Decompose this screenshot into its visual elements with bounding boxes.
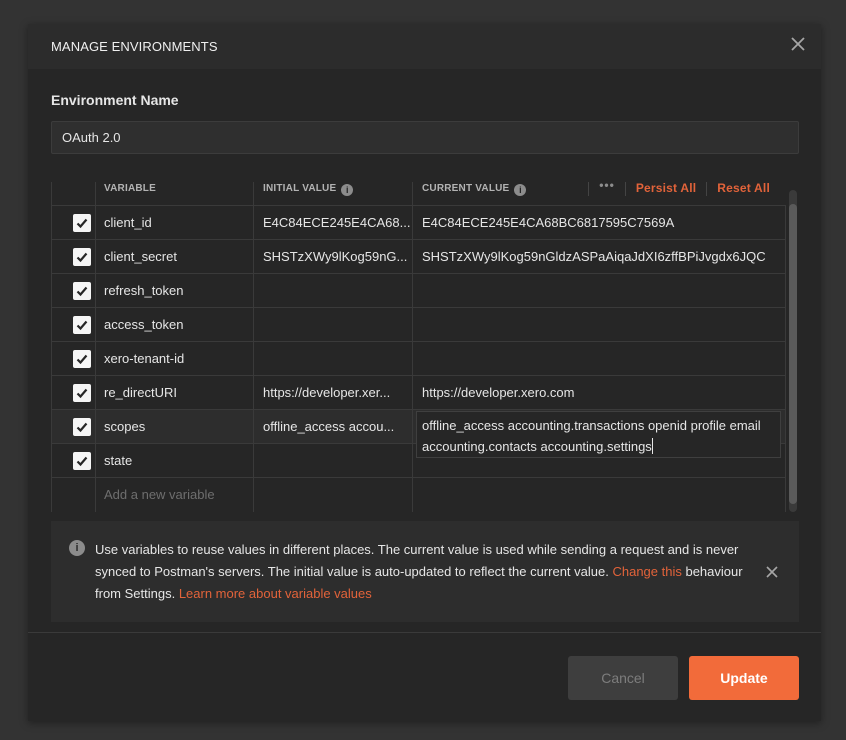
current-value[interactable]: https://developer.xero.com bbox=[413, 376, 786, 409]
header-actions: ••• Persist All Reset All bbox=[578, 182, 786, 202]
initial-value[interactable] bbox=[254, 478, 413, 512]
current-value-editor[interactable]: offline_access accounting.transactions o… bbox=[416, 411, 781, 458]
initial-value[interactable] bbox=[254, 308, 413, 341]
current-value[interactable] bbox=[413, 308, 786, 341]
variable-name[interactable]: scopes bbox=[96, 410, 254, 443]
row-checkbox[interactable] bbox=[73, 452, 91, 470]
current-value[interactable]: E4C84ECE245E4CA68BC6817595C7569A bbox=[413, 206, 786, 239]
divider bbox=[624, 182, 626, 196]
current-value[interactable] bbox=[413, 274, 786, 307]
row-checkbox[interactable] bbox=[73, 316, 91, 334]
text-caret bbox=[651, 438, 653, 454]
new-variable-row: Add a new variable bbox=[51, 478, 786, 512]
checkbox-cell bbox=[51, 308, 96, 341]
initial-value[interactable] bbox=[254, 444, 413, 477]
add-variable-input[interactable]: Add a new variable bbox=[96, 478, 254, 512]
learn-more-link[interactable]: Learn more about variable values bbox=[179, 586, 372, 601]
row-checkbox[interactable] bbox=[73, 248, 91, 266]
divider bbox=[706, 182, 708, 196]
table-row: access_token bbox=[51, 308, 786, 342]
table-header: VARIABLE INITIAL VALUE i CURRENT VALUE i •… bbox=[51, 182, 786, 206]
row-checkbox[interactable] bbox=[73, 418, 91, 436]
more-options-icon[interactable]: ••• bbox=[599, 182, 615, 191]
variables-table: VARIABLE INITIAL VALUE i CURRENT VALUE i •… bbox=[51, 182, 799, 512]
update-button[interactable]: Update bbox=[689, 656, 799, 700]
variable-name[interactable]: client_secret bbox=[96, 240, 254, 273]
variable-name[interactable]: xero-tenant-id bbox=[96, 342, 254, 375]
variable-name[interactable]: access_token bbox=[96, 308, 254, 341]
header-initial-value-label: INITIAL VALUE bbox=[263, 183, 337, 194]
current-value[interactable] bbox=[413, 478, 786, 512]
scrollbar-thumb[interactable] bbox=[789, 204, 797, 504]
header-initial-value: INITIAL VALUE i bbox=[254, 182, 413, 205]
variable-name[interactable]: client_id bbox=[96, 206, 254, 239]
change-settings-link[interactable]: Change this bbox=[612, 564, 681, 579]
table-row: client_secret SHSTzXWy9lKog59nG... SHSTz… bbox=[51, 240, 786, 274]
environment-name-input[interactable] bbox=[51, 121, 799, 154]
header-current-value: CURRENT VALUE i ••• Persist All Reset All bbox=[413, 182, 786, 205]
table-row: xero-tenant-id bbox=[51, 342, 786, 376]
cancel-button[interactable]: Cancel bbox=[568, 656, 678, 700]
dismiss-icon[interactable] bbox=[765, 565, 779, 579]
checkbox-cell bbox=[51, 478, 96, 512]
header-current-value-label: CURRENT VALUE bbox=[422, 183, 510, 194]
modal-header: MANAGE ENVIRONMENTS bbox=[28, 24, 821, 69]
checkbox-cell bbox=[51, 274, 96, 307]
info-icon: i bbox=[69, 540, 85, 556]
persist-all-link[interactable]: Persist All bbox=[636, 182, 696, 194]
initial-value[interactable] bbox=[254, 342, 413, 375]
info-banner: i Use variables to reuse values in diffe… bbox=[51, 521, 799, 622]
checkbox-cell bbox=[51, 240, 96, 273]
row-checkbox[interactable] bbox=[73, 282, 91, 300]
row-checkbox[interactable] bbox=[73, 384, 91, 402]
current-value[interactable] bbox=[413, 342, 786, 375]
variable-name[interactable]: re_directURI bbox=[96, 376, 254, 409]
header-variable: VARIABLE bbox=[96, 182, 254, 205]
checkbox-cell bbox=[51, 376, 96, 409]
variable-name[interactable]: refresh_token bbox=[96, 274, 254, 307]
initial-value[interactable] bbox=[254, 274, 413, 307]
footer-divider bbox=[28, 632, 821, 633]
initial-value[interactable]: SHSTzXWy9lKog59nG... bbox=[254, 240, 413, 273]
environment-name-label: Environment Name bbox=[51, 92, 179, 108]
manage-environments-modal: MANAGE ENVIRONMENTS Environment Name VAR… bbox=[28, 24, 821, 721]
modal-title: MANAGE ENVIRONMENTS bbox=[51, 39, 218, 54]
info-text: Use variables to reuse values in differe… bbox=[95, 539, 745, 605]
reset-all-link[interactable]: Reset All bbox=[717, 182, 770, 194]
variable-name[interactable]: state bbox=[96, 444, 254, 477]
header-checkbox-column bbox=[51, 182, 96, 205]
checkbox-cell bbox=[51, 410, 96, 443]
initial-value[interactable]: E4C84ECE245E4CA68... bbox=[254, 206, 413, 239]
checkbox-cell bbox=[51, 206, 96, 239]
table-row: refresh_token bbox=[51, 274, 786, 308]
checkbox-cell bbox=[51, 342, 96, 375]
initial-value[interactable]: https://developer.xer... bbox=[254, 376, 413, 409]
row-checkbox[interactable] bbox=[73, 214, 91, 232]
current-value[interactable]: SHSTzXWy9lKog59nGldzASPaAiqaJdXI6zffBPiJ… bbox=[413, 240, 786, 273]
current-value-text: offline_access accounting.transactions o… bbox=[422, 418, 761, 454]
initial-value[interactable]: offline_access accou... bbox=[254, 410, 413, 443]
table-row: client_id E4C84ECE245E4CA68... E4C84ECE2… bbox=[51, 206, 786, 240]
table-row: re_directURI https://developer.xer... ht… bbox=[51, 376, 786, 410]
close-icon[interactable] bbox=[789, 35, 807, 53]
info-icon[interactable]: i bbox=[341, 184, 354, 196]
info-icon[interactable]: i bbox=[514, 184, 527, 196]
checkbox-cell bbox=[51, 444, 96, 477]
divider bbox=[588, 182, 590, 196]
row-checkbox[interactable] bbox=[73, 350, 91, 368]
